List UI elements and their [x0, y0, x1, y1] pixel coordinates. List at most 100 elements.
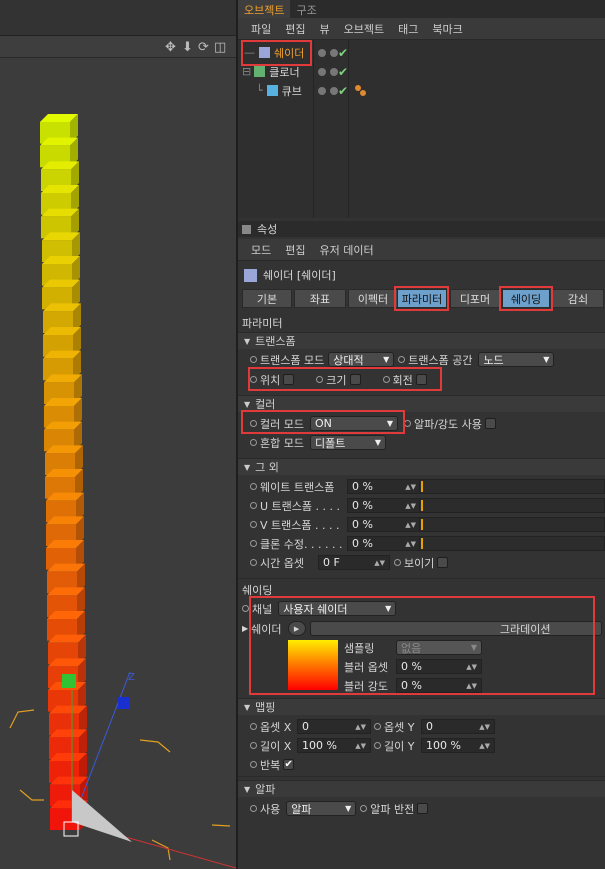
gradient-preview[interactable]	[288, 640, 338, 690]
label: U 트랜스폼 . . . .	[260, 499, 341, 513]
visibility-dot[interactable]	[318, 48, 326, 57]
animate-circle-icon[interactable]	[374, 723, 381, 730]
shader-options-icon[interactable]: ▶	[287, 621, 306, 636]
u-transform-field[interactable]: 0 % ▲▼	[347, 498, 421, 513]
rotation-checkbox[interactable]	[415, 374, 427, 385]
tab-parameter[interactable]: 파라미터	[397, 289, 447, 308]
v-transform-slider[interactable]	[419, 517, 605, 532]
animate-circle-icon[interactable]	[394, 559, 401, 566]
animate-circle-icon[interactable]	[250, 502, 257, 509]
clone-modify-field[interactable]: 0 % ▲▼	[347, 536, 421, 551]
object-row-cube[interactable]: └ 큐브 ✔	[238, 81, 605, 100]
offset-x-field[interactable]: 0 ▲▼	[297, 719, 371, 734]
animate-circle-icon[interactable]	[374, 742, 381, 749]
menu-mode[interactable]: 모드	[251, 242, 271, 258]
menu-view[interactable]: 뷰	[320, 21, 330, 37]
animate-circle-icon[interactable]	[250, 521, 257, 528]
clone-modify-slider[interactable]	[419, 536, 605, 551]
menu-edit[interactable]: 편집	[285, 21, 305, 37]
3d-viewport[interactable]: ✥ ⬇ ⟳ ◫ Z	[0, 0, 236, 869]
repeat-checkbox-checked[interactable]: ✔	[283, 759, 295, 770]
animate-circle-icon[interactable]	[250, 723, 257, 730]
animate-circle-icon[interactable]	[250, 420, 257, 427]
enabled-check-icon[interactable]: ✔	[338, 65, 348, 79]
tab-falloff[interactable]: 감쇠	[552, 289, 604, 308]
enabled-check-icon[interactable]: ✔	[338, 84, 348, 98]
animate-circle-icon[interactable]	[242, 605, 249, 612]
tab-basic[interactable]: 기본	[242, 289, 292, 308]
transform-mode-dropdown[interactable]: 상대적 ▼	[328, 352, 395, 367]
sampling-dropdown[interactable]: 없음 ▼	[396, 640, 482, 655]
label: 반복	[260, 758, 281, 772]
alpha-use-row: 사용 알파 ▼ 알파 반전	[250, 799, 429, 818]
object-manager-tabs: 오브젝트 구조	[238, 0, 605, 18]
enabled-check-icon[interactable]: ✔	[338, 46, 348, 60]
shader-row: ▶ 쉐이더 ▶ 그라데이션	[242, 619, 602, 638]
label: 옵셋 X	[260, 720, 292, 734]
menu-bookmark[interactable]: 북마크	[432, 21, 462, 37]
weight-slider[interactable]	[419, 479, 605, 494]
offset-row: 옵셋 X 0 ▲▼ 옵셋 Y 0 ▲▼	[250, 717, 495, 736]
alpha-use-dropdown[interactable]: 알파 ▼	[286, 801, 357, 816]
color-section-header[interactable]: ▼ 컬러	[238, 395, 605, 412]
blur-strength-field[interactable]: 0 % ▲▼	[396, 678, 482, 693]
animate-circle-icon[interactable]	[250, 376, 257, 383]
tab-deformer[interactable]: 디포머	[450, 289, 500, 308]
expand-triangle-icon[interactable]: ▶	[242, 624, 248, 633]
tab-objects[interactable]: 오브젝트	[238, 0, 291, 18]
blend-mode-dropdown[interactable]: 디폴트 ▼	[309, 435, 386, 450]
transform-section-header[interactable]: ▼ 트랜스폼	[238, 332, 605, 349]
render-dot[interactable]	[330, 67, 338, 76]
menu-file[interactable]: 파일	[251, 21, 271, 37]
object-row-shader[interactable]: — 쉐이더 ✔	[238, 43, 605, 62]
color-mode-dropdown[interactable]: ON ▼	[309, 416, 398, 431]
object-row-cloner[interactable]: ⊟ 클로너 ✔	[238, 62, 605, 81]
animate-circle-icon[interactable]	[250, 439, 257, 446]
length-y-field[interactable]: 100 % ▲▼	[421, 738, 495, 753]
menu-edit[interactable]: 편집	[285, 242, 305, 258]
length-x-field[interactable]: 100 % ▲▼	[297, 738, 371, 753]
u-transform-slider[interactable]	[419, 498, 605, 513]
scale-checkbox[interactable]	[349, 374, 361, 385]
menu-user-data[interactable]: 유저 데이터	[320, 242, 374, 258]
animate-circle-icon[interactable]	[250, 483, 257, 490]
time-offset-field[interactable]: 0 F ▲▼	[318, 555, 390, 570]
animate-circle-icon[interactable]	[398, 356, 406, 363]
animate-circle-icon[interactable]	[250, 805, 257, 812]
transform-space-dropdown[interactable]: 노드 ▼	[478, 352, 555, 367]
v-transform-field[interactable]: 0 % ▲▼	[347, 517, 421, 532]
animate-circle-icon[interactable]	[250, 742, 257, 749]
animate-circle-icon[interactable]	[250, 761, 257, 768]
tab-coord[interactable]: 좌표	[294, 289, 346, 308]
animate-circle-icon[interactable]	[360, 805, 368, 812]
channel-dropdown[interactable]: 사용자 쉐이더 ▼	[278, 601, 397, 616]
alpha-invert-checkbox[interactable]	[417, 803, 429, 814]
render-dot[interactable]	[330, 86, 338, 95]
animate-circle-icon[interactable]	[250, 356, 257, 363]
menu-tag[interactable]: 태그	[398, 21, 418, 37]
offset-y-field[interactable]: 0 ▲▼	[421, 719, 495, 734]
animate-circle-icon[interactable]	[250, 540, 257, 547]
tab-structure[interactable]: 구조	[290, 0, 322, 18]
render-dot[interactable]	[330, 48, 338, 57]
weight-row: 웨이트 트랜스폼 0 % ▲▼	[250, 477, 421, 496]
animate-circle-icon[interactable]	[316, 376, 324, 383]
visible-checkbox[interactable]	[437, 557, 449, 568]
animate-circle-icon[interactable]	[250, 559, 257, 566]
menu-object[interactable]: 오브젝트	[344, 21, 384, 37]
position-checkbox[interactable]	[283, 374, 295, 385]
visibility-dot[interactable]	[318, 86, 326, 95]
shader-field[interactable]: 그라데이션	[309, 621, 602, 636]
visibility-dot[interactable]	[318, 67, 326, 76]
tab-shading[interactable]: 쉐이딩	[502, 289, 550, 308]
weight-field[interactable]: 0 % ▲▼	[347, 479, 421, 494]
alpha-section-header[interactable]: ▼ 알파	[238, 780, 605, 797]
shader-effector-icon	[259, 47, 270, 58]
blur-offset-field[interactable]: 0 % ▲▼	[396, 659, 482, 674]
animate-circle-icon[interactable]	[403, 420, 411, 427]
tab-effector[interactable]: 이펙터	[348, 289, 398, 308]
animate-circle-icon[interactable]	[382, 376, 390, 383]
use-alpha-checkbox[interactable]	[484, 418, 496, 429]
mapping-section-header[interactable]: ▼ 맵핑	[238, 698, 605, 715]
other-section-header[interactable]: ▼ 그 외	[238, 458, 605, 475]
